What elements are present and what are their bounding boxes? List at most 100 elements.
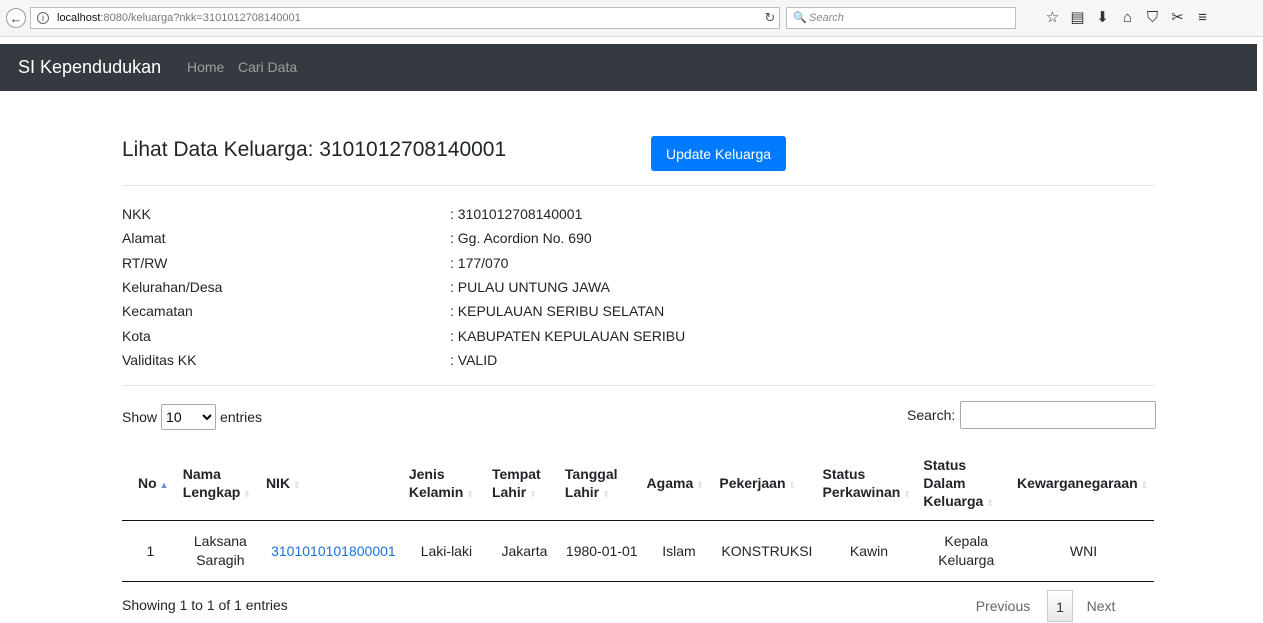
table-header-row: No ▲ Nama Lengkap ⇕ NIK ⇕ Jenis Kelamin ⇕ Te… (122, 447, 1154, 521)
info-icon[interactable]: i (37, 12, 49, 24)
info-label: Kelurahan/Desa (122, 279, 223, 295)
sort-icon: ⇕ (903, 488, 911, 499)
column-header-kewarganegaraan[interactable]: Kewarganegaraan ⇕ (1013, 447, 1154, 521)
sort-icon: ⇕ (602, 488, 610, 499)
cell-jenis-kelamin: Laki-laki (404, 520, 488, 582)
table-row: 1 Laksana Saragih 3101010101800001 Laki-… (122, 520, 1154, 582)
entries-label: entries (220, 409, 263, 425)
cell-status-dalam-keluarga: Kepala Keluarga (919, 520, 1014, 582)
entries-select[interactable]: 10 (161, 404, 217, 430)
previous-page-button[interactable]: Previous (967, 598, 1039, 614)
table-info: Showing 1 to 1 of 1 entries (122, 597, 288, 613)
column-header-no[interactable]: No ▲ (122, 447, 179, 521)
header-label: Kewarganegaraan (1017, 474, 1138, 491)
update-keluarga-button[interactable]: Update Keluarga (651, 136, 786, 171)
entries-length-control: Show 10 entries (122, 404, 262, 430)
pagination: Previous 1 Next (967, 590, 1121, 622)
back-arrow-icon: ← (9, 10, 23, 26)
cell-kewarganegaraan: WNI (1013, 520, 1154, 582)
cell-pekerjaan: KONSTRUKSI (715, 520, 819, 582)
column-header-nama[interactable]: Nama Lengkap ⇕ (178, 447, 262, 521)
menu-icon[interactable]: ≡ (1190, 8, 1215, 28)
cell-status-perkawinan: Kawin (818, 520, 920, 582)
nav-link-home[interactable]: Home (187, 44, 224, 91)
info-label: Validitas KK (122, 352, 197, 368)
sort-icon: ⇕ (293, 479, 301, 490)
page-1-button[interactable]: 1 (1047, 590, 1073, 622)
header-label: Status Perkawinan (822, 465, 901, 500)
column-header-tempat-lahir[interactable]: Tempat Lahir ⇕ (487, 447, 561, 521)
sort-icon: ⇕ (788, 479, 797, 490)
bookmark-star-icon[interactable]: ☆ (1040, 8, 1065, 28)
info-value: : KABUPATEN KEPULAUAN SERIBU (450, 328, 686, 344)
column-header-agama[interactable]: Agama ⇕ (642, 447, 716, 521)
info-label: Kecamatan (122, 303, 193, 319)
url-host: localhost (57, 12, 101, 24)
sort-icon: ⇕ (243, 488, 251, 499)
info-value: : VALID (450, 352, 498, 368)
info-value: : Gg. Acordion No. 690 (450, 230, 592, 246)
header-label: Status Dalam Keluarga (923, 456, 984, 509)
cell-no: 1 (122, 520, 179, 582)
divider (122, 185, 1154, 186)
toolbar-icons: ☆ ▤ ⬇ ⌂ ⛉ ✂ ≡ (1040, 8, 1215, 28)
address-bar[interactable]: i localhost:8080/keluarga?nkk=3101012708… (30, 7, 780, 29)
info-value: : 3101012708140001 (450, 206, 583, 222)
nik-link[interactable]: 3101010101800001 (271, 543, 396, 559)
url-text[interactable]: localhost:8080/keluarga?nkk=310101270814… (57, 8, 301, 28)
browser-toolbar: ← i localhost:8080/keluarga?nkk=31010127… (0, 0, 1263, 37)
column-header-tanggal-lahir[interactable]: Tanggal Lahir ⇕ (560, 447, 643, 521)
cell-tempat-lahir: Jakarta (487, 520, 561, 582)
cell-nama: Laksana Saragih (178, 520, 262, 582)
reading-list-icon[interactable]: ▤ (1065, 8, 1090, 28)
header-label: Pekerjaan (719, 474, 786, 491)
search-placeholder: Search (809, 12, 844, 24)
browser-search-input[interactable]: 🔍 Search (786, 7, 1016, 29)
header-label: Agama (646, 474, 694, 491)
url-path: :8080/keluarga?nkk=3101012708140001 (100, 12, 301, 24)
sort-icon: ⇕ (986, 497, 994, 508)
home-icon[interactable]: ⌂ (1115, 8, 1140, 28)
nav-link-cari-data[interactable]: Cari Data (238, 44, 297, 91)
info-value: : PULAU UNTUNG JAWA (450, 279, 610, 295)
column-header-status-perkawinan[interactable]: Status Perkawinan ⇕ (818, 447, 920, 521)
search-label: Search: (907, 407, 956, 423)
header-label: No (138, 474, 157, 491)
divider (122, 385, 1154, 386)
info-label: RT/RW (122, 255, 168, 271)
header-label: Nama Lengkap (182, 465, 241, 500)
info-value: : 177/070 (450, 255, 509, 271)
navbar: SI Kependudukan Home Cari Data (0, 44, 1257, 91)
brand-link[interactable]: SI Kependudukan (18, 44, 161, 91)
cell-agama: Islam (642, 520, 716, 582)
info-label: Kota (122, 328, 151, 344)
sort-icon: ⇕ (1140, 479, 1149, 490)
download-icon[interactable]: ⬇ (1090, 8, 1115, 28)
sort-icon: ⇕ (696, 479, 704, 490)
cell-nik: 3101010101800001 (261, 520, 405, 582)
next-page-button[interactable]: Next (1081, 598, 1121, 614)
header-label: NIK (265, 474, 291, 491)
column-header-nik[interactable]: NIK ⇕ (261, 447, 405, 521)
back-button[interactable]: ← (6, 8, 26, 28)
table-search: Search: (907, 401, 1157, 429)
table-search-input[interactable] (960, 401, 1157, 429)
sort-icon: ⇕ (529, 488, 537, 499)
info-label: NKK (122, 206, 151, 222)
extension-icon[interactable]: ✂ (1165, 8, 1190, 28)
page-title: Lihat Data Keluarga: 3101012708140001 (122, 138, 507, 161)
family-members-table: No ▲ Nama Lengkap ⇕ NIK ⇕ Jenis Kelamin ⇕ Te… (122, 447, 1154, 582)
reload-icon[interactable]: ↻ (760, 7, 780, 29)
cell-tanggal-lahir: 1980-01-01 (560, 520, 643, 582)
column-header-jenis-kelamin[interactable]: Jenis Kelamin ⇕ (404, 447, 488, 521)
sort-icon: ⇕ (466, 488, 474, 499)
info-value: : KEPULAUAN SERIBU SELATAN (450, 303, 665, 319)
column-header-status-dalam-keluarga[interactable]: Status Dalam Keluarga ⇕ (919, 447, 1014, 521)
show-label: Show (122, 409, 158, 425)
search-icon: 🔍 (793, 12, 807, 24)
sort-asc-icon: ▲ (159, 479, 169, 490)
info-label: Alamat (122, 230, 166, 246)
pocket-icon[interactable]: ⛉ (1140, 8, 1165, 28)
column-header-pekerjaan[interactable]: Pekerjaan ⇕ (715, 447, 819, 521)
header-label: Jenis Kelamin (408, 465, 464, 500)
